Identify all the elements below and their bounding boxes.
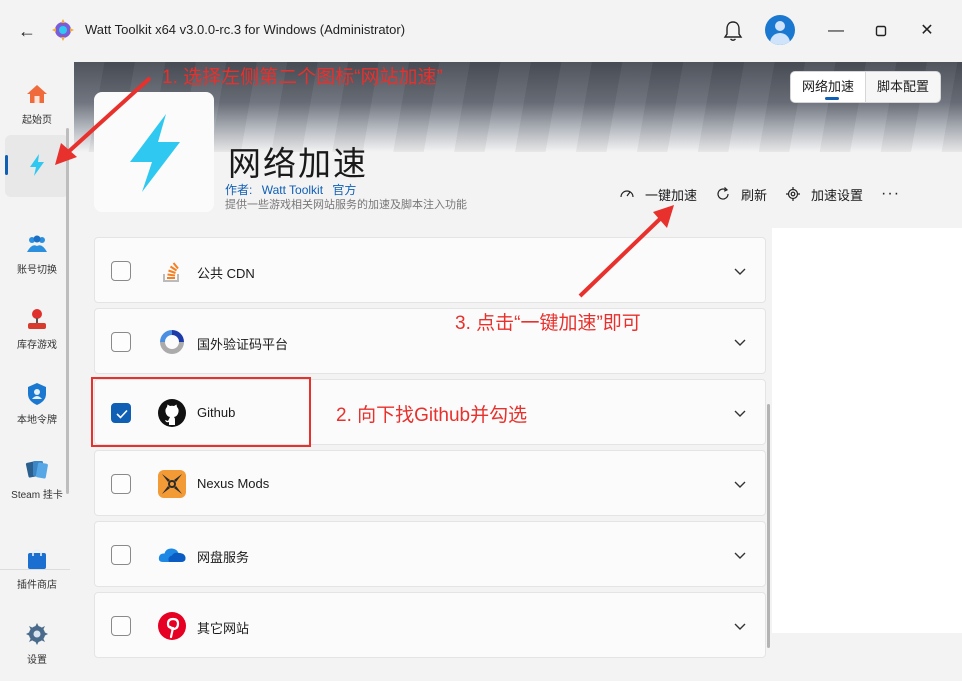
checkbox[interactable] xyxy=(111,474,131,494)
service-name: Nexus Mods xyxy=(197,476,270,491)
cards-icon xyxy=(25,461,48,479)
sidebar-item-label: 库存游戏 xyxy=(17,340,57,351)
sidebar-item-label: 起始页 xyxy=(22,115,52,126)
refresh-button[interactable]: 刷新 xyxy=(715,185,767,204)
title-bar: ← Watt Toolkit x64 v3.0.0-rc.3 for Windo… xyxy=(0,0,962,62)
annotation-step3: 3. 点击“一键加速”即可 xyxy=(455,313,641,334)
sidebar-item-label: 设置 xyxy=(27,655,47,666)
main-content: 网络加速 脚本配置 网络加速 作者: Watt Toolkit 官方 提供一些游… xyxy=(74,62,962,681)
author-label: 作者: xyxy=(225,183,253,197)
list-item-cloud-drive[interactable]: 网盘服务 xyxy=(94,521,766,587)
list-item-nexus-mods[interactable]: Nexus Mods xyxy=(94,450,766,516)
lightning-icon xyxy=(30,154,44,176)
service-name: 其它网站 xyxy=(197,621,250,636)
annotation-step2: 2. 向下找Github并勾选 xyxy=(336,405,528,426)
shopping-bag-icon xyxy=(28,549,46,569)
active-nav-indicator xyxy=(5,155,8,175)
sidebar-item-settings[interactable]: 设置 xyxy=(5,610,69,672)
chevron-down-icon[interactable] xyxy=(733,335,747,349)
pinterest-icon xyxy=(158,612,186,640)
sidebar-item-label: 本地令牌 xyxy=(17,415,57,426)
watt-toolkit-logo-icon xyxy=(52,19,74,41)
sidebar-item-home[interactable]: 起始页 xyxy=(5,70,69,132)
bell-icon[interactable] xyxy=(720,18,746,44)
app-window: ← Watt Toolkit x64 v3.0.0-rc.3 for Windo… xyxy=(0,0,962,681)
list-scrollbar[interactable] xyxy=(767,404,770,648)
sidebar-item-steam-idle[interactable]: Steam 挂卡 xyxy=(5,445,69,507)
checkbox[interactable] xyxy=(111,332,131,352)
shield-user-icon xyxy=(28,383,46,405)
sidebar-item-local-token[interactable]: 本地令牌 xyxy=(5,370,69,432)
sidebar-scrollbar[interactable] xyxy=(66,128,69,494)
github-highlight-box xyxy=(91,377,311,447)
sidebar-item-label: 账号切换 xyxy=(17,265,57,276)
list-item-public-cdn[interactable]: 公共 CDN xyxy=(94,237,766,303)
acceleration-settings-button[interactable]: 加速设置 xyxy=(785,185,863,204)
plugin-description: 提供一些游戏相关网站服务的加速及脚本注入功能 xyxy=(225,199,467,211)
refresh-label: 刷新 xyxy=(741,187,768,203)
users-icon xyxy=(27,235,47,252)
stack-overflow-icon xyxy=(163,262,179,282)
sidebar-item-games[interactable]: 库存游戏 xyxy=(5,295,69,357)
recaptcha-icon xyxy=(160,330,184,354)
service-name: 公共 CDN xyxy=(197,266,255,281)
annotation-step1: 1. 选择左侧第二个图标“网站加速” xyxy=(162,67,443,88)
sidebar-item-account-switch[interactable]: 账号切换 xyxy=(5,220,69,282)
speedometer-icon xyxy=(620,190,634,198)
gear-icon xyxy=(786,187,801,201)
sidebar: 起始页 账号切换 库存游戏 本地令牌 Steam 挂卡 插件商店 设置 xyxy=(0,62,74,681)
gear-icon xyxy=(26,623,48,645)
close-button[interactable]: ✕ xyxy=(914,18,940,44)
back-arrow-icon[interactable]: ← xyxy=(14,18,40,44)
plugin-title: 网络加速 xyxy=(228,145,368,182)
action-bar: 一键加速 刷新 加速设置 ··· xyxy=(619,182,900,206)
lightning-icon xyxy=(130,114,180,192)
sidebar-item-plugin-store[interactable]: 插件商店 xyxy=(5,535,69,597)
sidebar-item-label: 插件商店 xyxy=(17,580,57,591)
more-options-button[interactable]: ··· xyxy=(881,186,900,202)
user-avatar[interactable] xyxy=(765,15,795,45)
window-title: Watt Toolkit x64 v3.0.0-rc.3 for Windows… xyxy=(85,22,406,37)
chevron-down-icon[interactable] xyxy=(733,477,747,491)
author-link[interactable]: Watt Toolkit xyxy=(262,183,323,197)
plugin-icon xyxy=(94,92,214,212)
chevron-down-icon[interactable] xyxy=(733,264,747,278)
service-name: 网盘服务 xyxy=(197,550,250,565)
chevron-down-icon[interactable] xyxy=(733,619,747,633)
checkbox[interactable] xyxy=(111,616,131,636)
refresh-icon xyxy=(717,187,729,200)
sidebar-item-label: Steam 挂卡 xyxy=(11,490,63,501)
service-name: 国外验证码平台 xyxy=(197,337,289,352)
right-panel xyxy=(772,228,962,633)
checkbox[interactable] xyxy=(111,545,131,565)
home-icon xyxy=(27,85,47,103)
minimize-button[interactable]: — xyxy=(823,18,849,44)
maximize-button[interactable] xyxy=(868,18,894,44)
chevron-down-icon[interactable] xyxy=(733,548,747,562)
acceleration-settings-label: 加速设置 xyxy=(811,187,864,203)
official-badge: 官方 xyxy=(332,183,357,197)
list-item-captcha-platform[interactable]: 国外验证码平台 xyxy=(94,308,766,374)
sidebar-item-network-acceleration[interactable] xyxy=(5,135,69,197)
nexus-mods-icon xyxy=(158,470,186,498)
onedrive-icon xyxy=(158,548,186,562)
chevron-down-icon[interactable] xyxy=(733,406,747,420)
tab-bar: 网络加速 脚本配置 xyxy=(790,71,942,103)
checkbox[interactable] xyxy=(111,261,131,281)
list-item-other-sites[interactable]: 其它网站 xyxy=(94,592,766,658)
tab-script-config[interactable]: 脚本配置 xyxy=(865,72,940,102)
one-click-accelerate-button[interactable]: 一键加速 xyxy=(619,185,697,204)
one-click-accelerate-label: 一键加速 xyxy=(645,187,698,203)
joystick-icon xyxy=(28,309,46,329)
tab-network-acceleration[interactable]: 网络加速 xyxy=(791,72,866,102)
